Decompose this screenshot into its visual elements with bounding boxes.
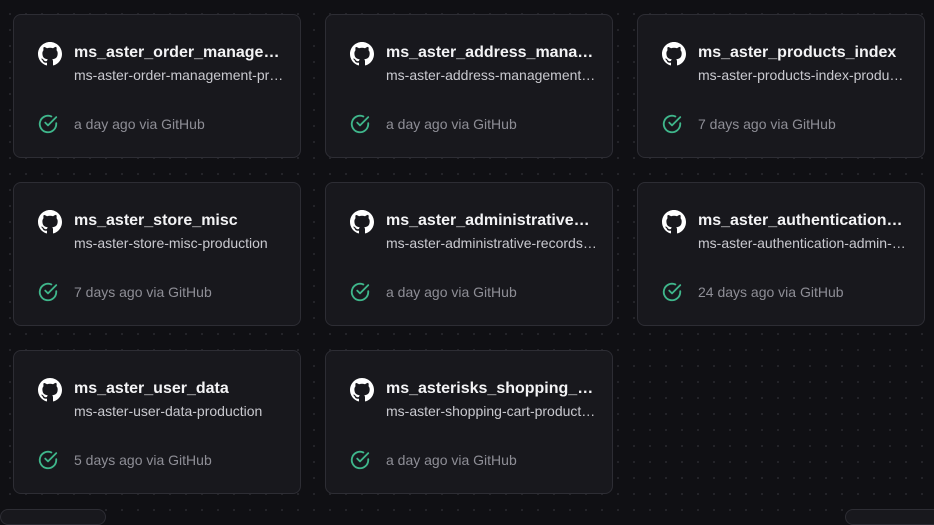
project-name: ms_aster_user_data bbox=[74, 379, 286, 399]
project-service-name: ms-aster-store-misc-production bbox=[74, 234, 286, 252]
deploy-status-text: a day ago via GitHub bbox=[74, 115, 205, 133]
check-circle-icon bbox=[661, 281, 683, 303]
project-name: ms_asterisks_shopping_cart bbox=[386, 379, 598, 399]
project-card[interactable]: ms_aster_user_data ms-aster-user-data-pr… bbox=[13, 350, 301, 494]
project-grid: ms_aster_order_management ms-aster-order… bbox=[13, 14, 925, 494]
deploy-status-text: 24 days ago via GitHub bbox=[698, 283, 844, 301]
check-circle-icon bbox=[349, 449, 371, 471]
next-row-card-right-edge bbox=[845, 509, 934, 525]
github-icon bbox=[350, 210, 374, 234]
github-icon bbox=[350, 378, 374, 402]
github-icon bbox=[38, 42, 62, 66]
project-card[interactable]: ms_asterisks_shopping_cart ms-aster-shop… bbox=[325, 350, 613, 494]
project-card[interactable]: ms_aster_store_misc ms-aster-store-misc-… bbox=[13, 182, 301, 326]
check-circle-icon bbox=[37, 449, 59, 471]
project-name: ms_aster_store_misc bbox=[74, 211, 286, 231]
project-service-name: ms-aster-administrative-records-producti… bbox=[386, 234, 598, 252]
project-service-name: ms-aster-order-management-production bbox=[74, 66, 286, 84]
deploy-status-text: 7 days ago via GitHub bbox=[74, 283, 212, 301]
deploy-status-text: a day ago via GitHub bbox=[386, 115, 517, 133]
project-service-name: ms-aster-shopping-cart-production bbox=[386, 402, 598, 420]
github-icon bbox=[662, 210, 686, 234]
project-card[interactable]: ms_aster_address_management ms-aster-add… bbox=[325, 14, 613, 158]
project-card[interactable]: ms_aster_authentication_admin ms-aster-a… bbox=[637, 182, 925, 326]
project-name: ms_aster_authentication_admin bbox=[698, 211, 910, 231]
project-service-name: ms-aster-authentication-admin-production bbox=[698, 234, 910, 252]
project-card[interactable]: ms_aster_order_management ms-aster-order… bbox=[13, 14, 301, 158]
project-service-name: ms-aster-user-data-production bbox=[74, 402, 286, 420]
project-card[interactable]: ms_aster_administrative_records ms-aster… bbox=[325, 182, 613, 326]
deploy-status-text: 7 days ago via GitHub bbox=[698, 115, 836, 133]
check-circle-icon bbox=[37, 113, 59, 135]
deploy-status-text: 5 days ago via GitHub bbox=[74, 451, 212, 469]
check-circle-icon bbox=[349, 113, 371, 135]
check-circle-icon bbox=[37, 281, 59, 303]
project-name: ms_aster_order_management bbox=[74, 43, 286, 63]
project-name: ms_aster_products_index bbox=[698, 43, 910, 63]
project-card[interactable]: ms_aster_products_index ms-aster-product… bbox=[637, 14, 925, 158]
deploy-status-text: a day ago via GitHub bbox=[386, 451, 517, 469]
github-icon bbox=[38, 210, 62, 234]
check-circle-icon bbox=[661, 113, 683, 135]
deploy-status-text: a day ago via GitHub bbox=[386, 283, 517, 301]
github-icon bbox=[38, 378, 62, 402]
next-row-card-left-edge bbox=[0, 509, 106, 525]
project-name: ms_aster_address_management bbox=[386, 43, 598, 63]
github-icon bbox=[350, 42, 374, 66]
project-service-name: ms-aster-address-management-production bbox=[386, 66, 598, 84]
project-name: ms_aster_administrative_records bbox=[386, 211, 598, 231]
github-icon bbox=[662, 42, 686, 66]
check-circle-icon bbox=[349, 281, 371, 303]
project-service-name: ms-aster-products-index-production bbox=[698, 66, 910, 84]
